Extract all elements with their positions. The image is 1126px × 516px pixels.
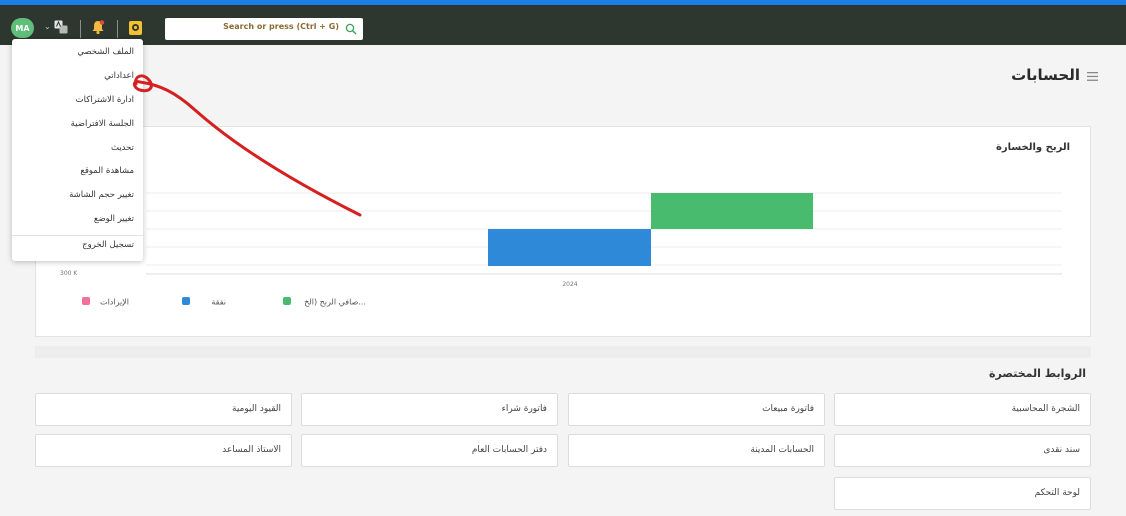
shortcut-receivables[interactable]: الحسابات المدينة: [568, 434, 825, 467]
top-navbar: MA ⌄ Search or press (Ctrl + G): [0, 5, 1126, 45]
shortcut-label: فاتورة مبيعات: [762, 404, 814, 414]
shortcut-cash-voucher[interactable]: سند نقدى: [834, 434, 1091, 467]
shortcut-journal-entries[interactable]: القيود اليومية: [35, 393, 292, 426]
menu-item-subscriptions[interactable]: ادارة الاشتراكات: [76, 95, 134, 105]
profit-loss-chart: 300 K 2024 صافي الربح (الخ... نفقة الإيرادات: [60, 192, 1062, 308]
topbar-separator: [80, 20, 81, 38]
shortcut-label: فاتورة شراء: [501, 404, 547, 414]
user-dropdown-menu: الملف الشخصي اعداداتي ادارة الاشتراكات ا…: [12, 39, 143, 261]
section-divider: [35, 346, 1091, 358]
menu-item-profile[interactable]: الملف الشخصي: [77, 47, 134, 57]
shortcut-general-ledger[interactable]: دفتر الحسابات العام: [301, 434, 558, 467]
shortcut-purchase-invoice[interactable]: فاتورة شراء: [301, 393, 558, 426]
bar-expense: [488, 229, 651, 266]
shortcut-label: الحسابات المدينة: [750, 445, 814, 455]
legend-label: نفقة: [211, 298, 226, 307]
shortcut-label: لوحة التحكم: [1034, 488, 1080, 498]
shortcut-chart-of-accounts[interactable]: الشجرة المحاسبية: [834, 393, 1091, 426]
menu-divider: [12, 235, 143, 236]
legend-swatch: [182, 297, 190, 305]
legend-swatch: [82, 297, 90, 305]
legend-label: الإيرادات: [100, 298, 129, 308]
menu-item-view-site[interactable]: مشاهدة الموقع: [80, 166, 134, 176]
y-tick-label: 300 K: [60, 270, 78, 277]
translate-icon[interactable]: [54, 20, 68, 34]
search-icon[interactable]: [345, 23, 357, 35]
menu-item-my-settings[interactable]: اعداداتي: [104, 71, 134, 81]
shortcut-sub-ledger[interactable]: الاستاذ المساعد: [35, 434, 292, 467]
hamburger-menu-icon[interactable]: [1087, 72, 1098, 81]
profit-loss-card: الربح والخسارة 300 K 2024 صافي الربح (الخ.…: [35, 126, 1091, 337]
menu-item-logout[interactable]: تسجيل الخروج: [82, 240, 134, 250]
notes-icon[interactable]: [128, 20, 143, 36]
topbar-separator: [117, 20, 118, 38]
menu-item-default-session[interactable]: الجلسة الافتراضية: [71, 119, 134, 129]
x-tick-label: 2024: [562, 281, 577, 288]
shortcut-dashboard[interactable]: لوحة التحكم: [834, 477, 1091, 510]
search-input[interactable]: Search or press (Ctrl + G): [223, 22, 339, 31]
legend-swatch: [283, 297, 291, 305]
bar-net-profit: [651, 193, 813, 229]
search-bar[interactable]: Search or press (Ctrl + G): [165, 18, 363, 40]
page-title: الحسابات: [1011, 66, 1080, 84]
shortcut-label: سند نقدى: [1043, 445, 1080, 455]
shortcut-label: الاستاذ المساعد: [222, 445, 281, 455]
shortcut-label: الشجرة المحاسبية: [1011, 404, 1080, 414]
menu-item-screen-size[interactable]: تغيير حجم الشاشة: [69, 190, 134, 200]
menu-item-refresh[interactable]: تحديث: [111, 143, 134, 153]
shortcut-sales-invoice[interactable]: فاتورة مبيعات: [568, 393, 825, 426]
legend-label: صافي الربح (الخ...: [304, 298, 366, 307]
chevron-down-icon[interactable]: ⌄: [44, 22, 51, 32]
shortcut-label: دفتر الحسابات العام: [471, 445, 547, 455]
menu-item-theme[interactable]: تغيير الوضع: [94, 214, 134, 224]
shortcuts-title: الروابط المختصرة: [989, 367, 1086, 380]
shortcut-label: القيود اليومية: [232, 404, 281, 414]
user-avatar[interactable]: MA: [11, 18, 34, 38]
bell-icon[interactable]: [90, 19, 106, 35]
